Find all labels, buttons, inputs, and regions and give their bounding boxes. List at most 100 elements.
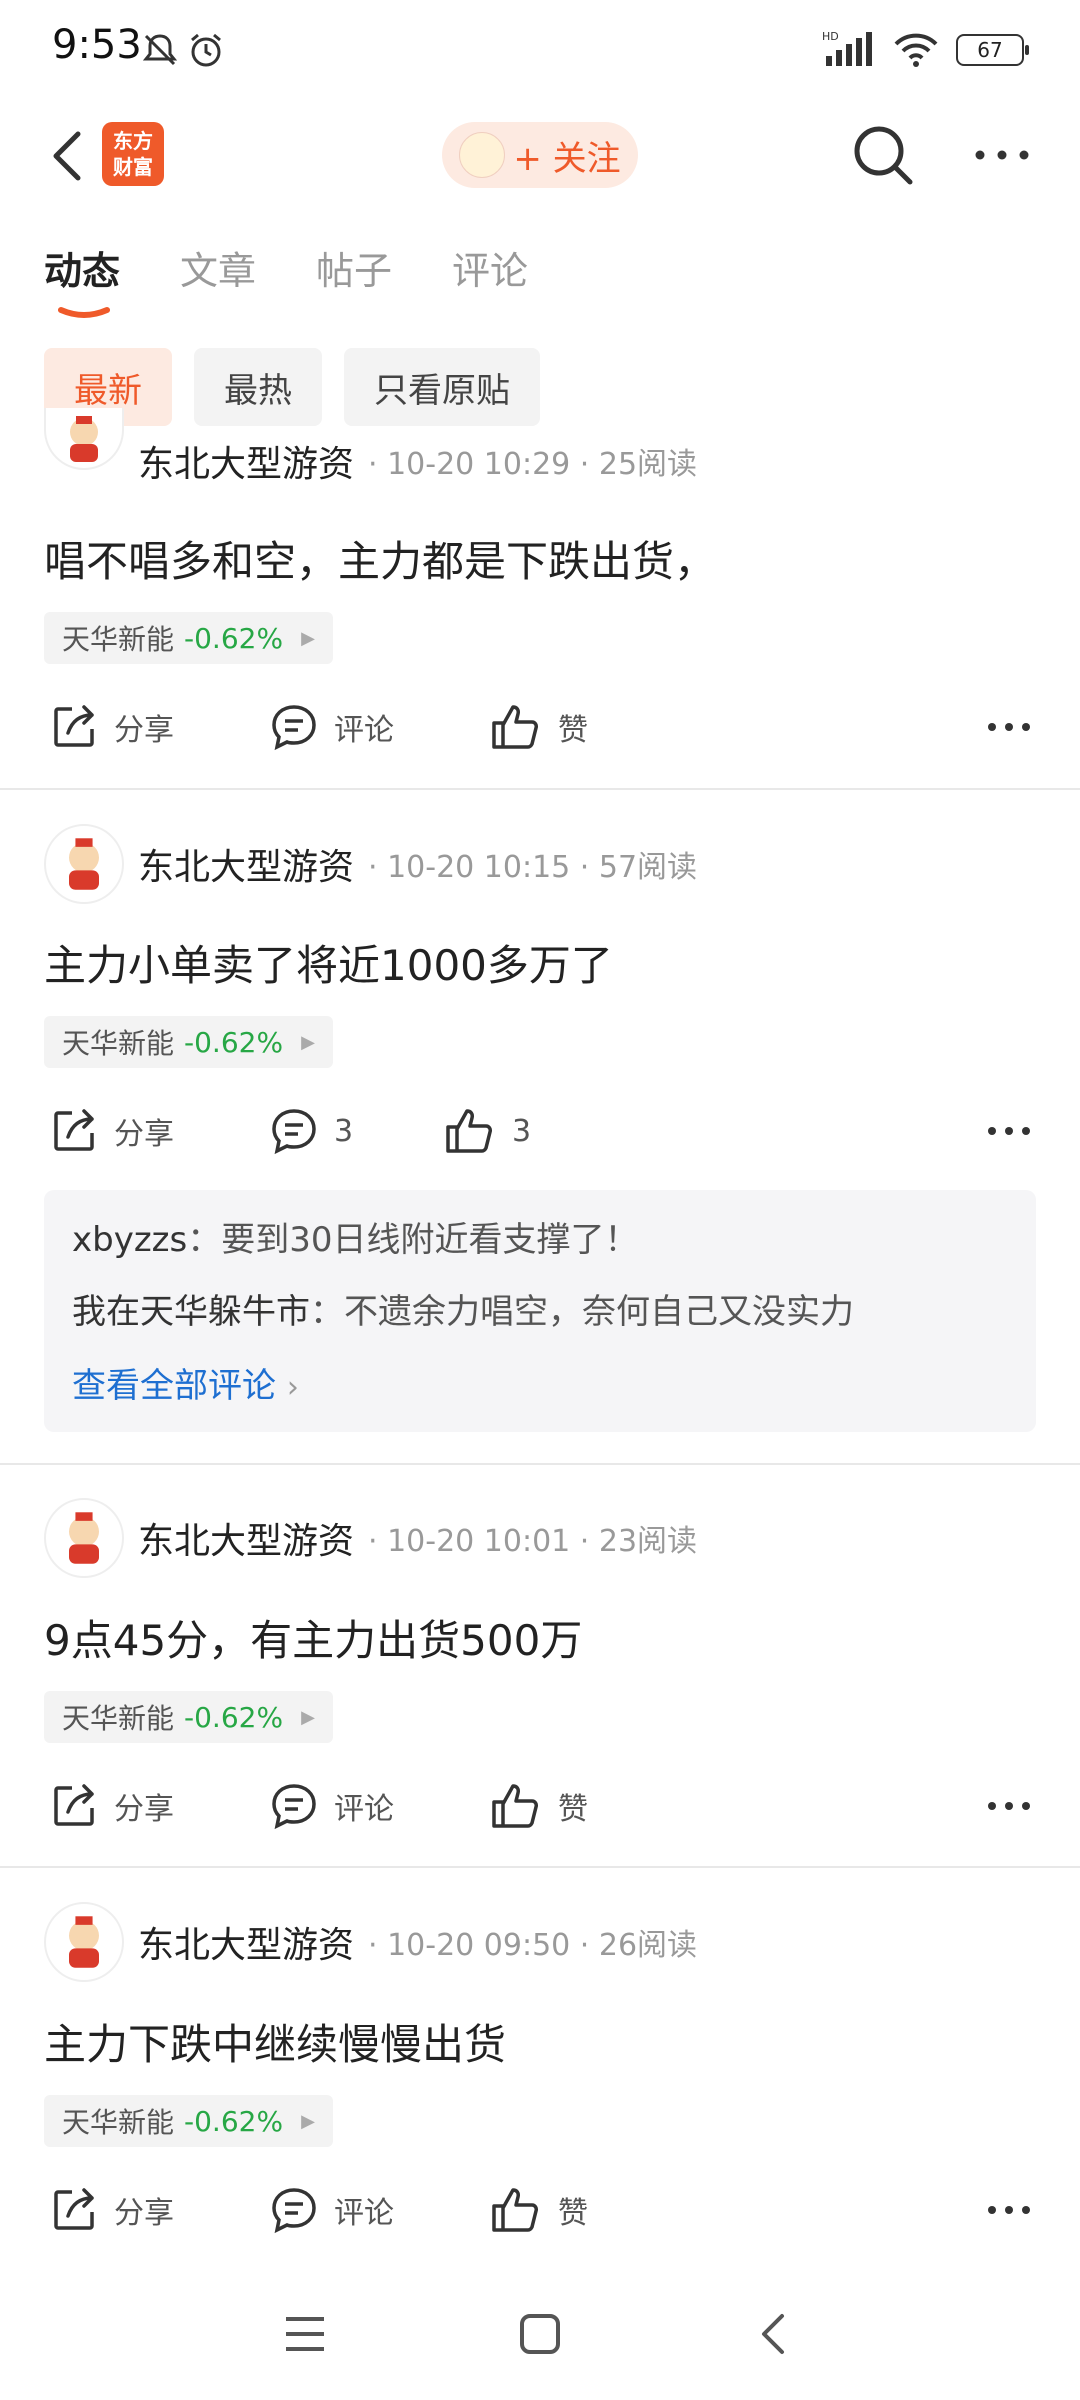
- comment-icon: [272, 2188, 316, 2234]
- post-divider: [0, 788, 1080, 790]
- share-label: 分享: [114, 1117, 174, 1152]
- post-text[interactable]: 主力小单卖了将近1000多万了: [44, 932, 613, 993]
- comment-count: 3: [334, 1113, 354, 1149]
- chevron-right-icon: ›: [286, 1370, 299, 1405]
- caishen-avatar-icon: [69, 1916, 99, 1968]
- post-divider: [0, 1463, 1080, 1465]
- author-avatar[interactable]: [44, 1498, 124, 1578]
- filter-original-only[interactable]: 只看原贴: [344, 348, 540, 426]
- thumbs-up-icon: [446, 1109, 492, 1153]
- tab-posts[interactable]: 帖子: [316, 240, 392, 310]
- post-more-icon[interactable]: [986, 719, 1032, 735]
- author-name[interactable]: 东北大型游资: [138, 838, 354, 890]
- tag-arrow-icon: ▶: [301, 627, 315, 649]
- like-label: 赞: [558, 713, 588, 748]
- tab-articles[interactable]: 文章: [180, 240, 256, 310]
- stock-name: 天华新能: [62, 2106, 175, 2139]
- author-avatar[interactable]: [44, 1902, 124, 1982]
- like-count: 3: [512, 1113, 532, 1149]
- post-text[interactable]: 唱不唱多和空，主力都是下跌出货，: [44, 528, 716, 589]
- post-more-icon[interactable]: [986, 1798, 1032, 1814]
- post-more-icon[interactable]: [986, 1123, 1032, 1139]
- stock-name: 天华新能: [62, 1027, 175, 1060]
- share-icon: [54, 1109, 94, 1151]
- caishen-avatar-icon: [69, 838, 99, 890]
- caishen-avatar-icon: [69, 1512, 99, 1564]
- menu-icon[interactable]: [284, 2314, 326, 2354]
- comment-text: ：要到30日线附近看支撑了！: [187, 1220, 639, 1260]
- header: 东方 财富 + 关注: [0, 100, 1080, 210]
- follow-button[interactable]: + 关注: [442, 122, 638, 188]
- comment-preview[interactable]: xbyzzs：要到30日线附近看支撑了！: [72, 1212, 639, 1261]
- post-more-icon[interactable]: [986, 2202, 1032, 2218]
- share-icon: [54, 705, 94, 747]
- caishen-avatar-icon: [70, 416, 98, 462]
- stock-tag[interactable]: 天华新能 -0.62% ▶: [44, 1691, 333, 1743]
- comment-icon: [272, 1784, 316, 1830]
- like-label: 赞: [558, 2196, 588, 2231]
- stock-tag[interactable]: 天华新能 -0.62% ▶: [44, 612, 333, 664]
- share-label: 分享: [114, 713, 174, 748]
- author-name[interactable]: 东北大型游资: [138, 1512, 354, 1564]
- stock-tag[interactable]: 天华新能 -0.62% ▶: [44, 1016, 333, 1068]
- author-name[interactable]: 东北大型游资: [138, 435, 354, 487]
- comment-preview-box[interactable]: xbyzzs：要到30日线附近看支撑了！ 我在天华躲牛市：不遗余力唱空，奈何自己…: [44, 1190, 1036, 1432]
- battery-level: 67: [977, 38, 1003, 62]
- filter-hottest[interactable]: 最热: [194, 348, 322, 426]
- comment-label: 评论: [334, 2196, 394, 2231]
- more-options-icon[interactable]: [972, 140, 1032, 170]
- follow-avatar: [459, 132, 506, 178]
- comment-button[interactable]: 评论: [270, 1776, 394, 1836]
- comment-user: 我在天华躲牛市: [72, 1292, 310, 1332]
- tag-arrow-icon: ▶: [301, 1031, 315, 1053]
- comment-button[interactable]: 评论: [270, 697, 394, 757]
- post-header: 东北大型游资 · 10-20 10:29 · 25阅读: [44, 408, 698, 502]
- stock-tag[interactable]: 天华新能 -0.62% ▶: [44, 2095, 333, 2147]
- post-text[interactable]: 主力下跌中继续慢慢出货: [44, 2011, 506, 2072]
- tab-bar: 动态 文章 帖子 评论: [44, 240, 528, 310]
- system-navigation-bar: [0, 2260, 1080, 2400]
- back-arrow-icon[interactable]: [40, 126, 100, 186]
- active-tab-indicator: [58, 307, 110, 318]
- share-icon: [54, 1784, 94, 1826]
- alarm-icon: [191, 33, 221, 67]
- tab-dynamic[interactable]: 动态: [44, 240, 120, 310]
- stock-change: -0.62%: [184, 621, 284, 655]
- share-icon: [54, 2188, 94, 2230]
- stock-change: -0.62%: [184, 1700, 284, 1734]
- post-meta: · 10-20 09:50 · 26阅读: [368, 1928, 698, 1963]
- comment-button[interactable]: 3: [270, 1101, 353, 1161]
- like-button[interactable]: 赞: [490, 697, 588, 757]
- app-logo: 东方 财富: [102, 122, 164, 186]
- share-button[interactable]: 分享: [50, 1776, 174, 1836]
- share-button[interactable]: 分享: [50, 697, 174, 757]
- thumbs-up-icon: [492, 1784, 538, 1828]
- comment-button[interactable]: 评论: [270, 2180, 394, 2240]
- wifi-icon: [894, 33, 938, 67]
- author-avatar[interactable]: [44, 408, 124, 470]
- like-button[interactable]: 3: [444, 1101, 531, 1161]
- search-icon[interactable]: [850, 122, 916, 188]
- comment-user: xbyzzs: [72, 1220, 188, 1260]
- nav-back-icon[interactable]: [756, 2312, 790, 2356]
- comment-icon: [272, 705, 316, 751]
- view-all-label: 查看全部评论: [72, 1366, 276, 1406]
- post-header: 东北大型游资 · 10-20 09:50 · 26阅读: [44, 1901, 697, 1983]
- share-button[interactable]: 分享: [50, 2180, 174, 2240]
- post-header: 东北大型游资 · 10-20 10:15 · 57阅读: [44, 823, 697, 905]
- like-button[interactable]: 赞: [490, 1776, 588, 1836]
- tab-comments[interactable]: 评论: [452, 240, 528, 310]
- post-text[interactable]: 9点45分，有主力出货500万: [44, 1607, 582, 1668]
- signal-icon: HD: [822, 30, 872, 66]
- view-all-comments-link[interactable]: 查看全部评论 ›: [72, 1358, 299, 1407]
- share-button[interactable]: 分享: [50, 1101, 174, 1161]
- share-label: 分享: [114, 2196, 174, 2231]
- status-time: 9:53: [52, 22, 142, 68]
- home-icon[interactable]: [518, 2312, 562, 2356]
- comment-preview[interactable]: 我在天华躲牛市：不遗余力唱空，奈何自己又没实力: [72, 1284, 854, 1333]
- author-avatar[interactable]: [44, 824, 124, 904]
- author-name[interactable]: 东北大型游资: [138, 1916, 354, 1968]
- like-button[interactable]: 赞: [490, 2180, 588, 2240]
- comment-icon: [272, 1109, 316, 1155]
- post-meta: · 10-20 10:29 · 25阅读: [368, 447, 698, 482]
